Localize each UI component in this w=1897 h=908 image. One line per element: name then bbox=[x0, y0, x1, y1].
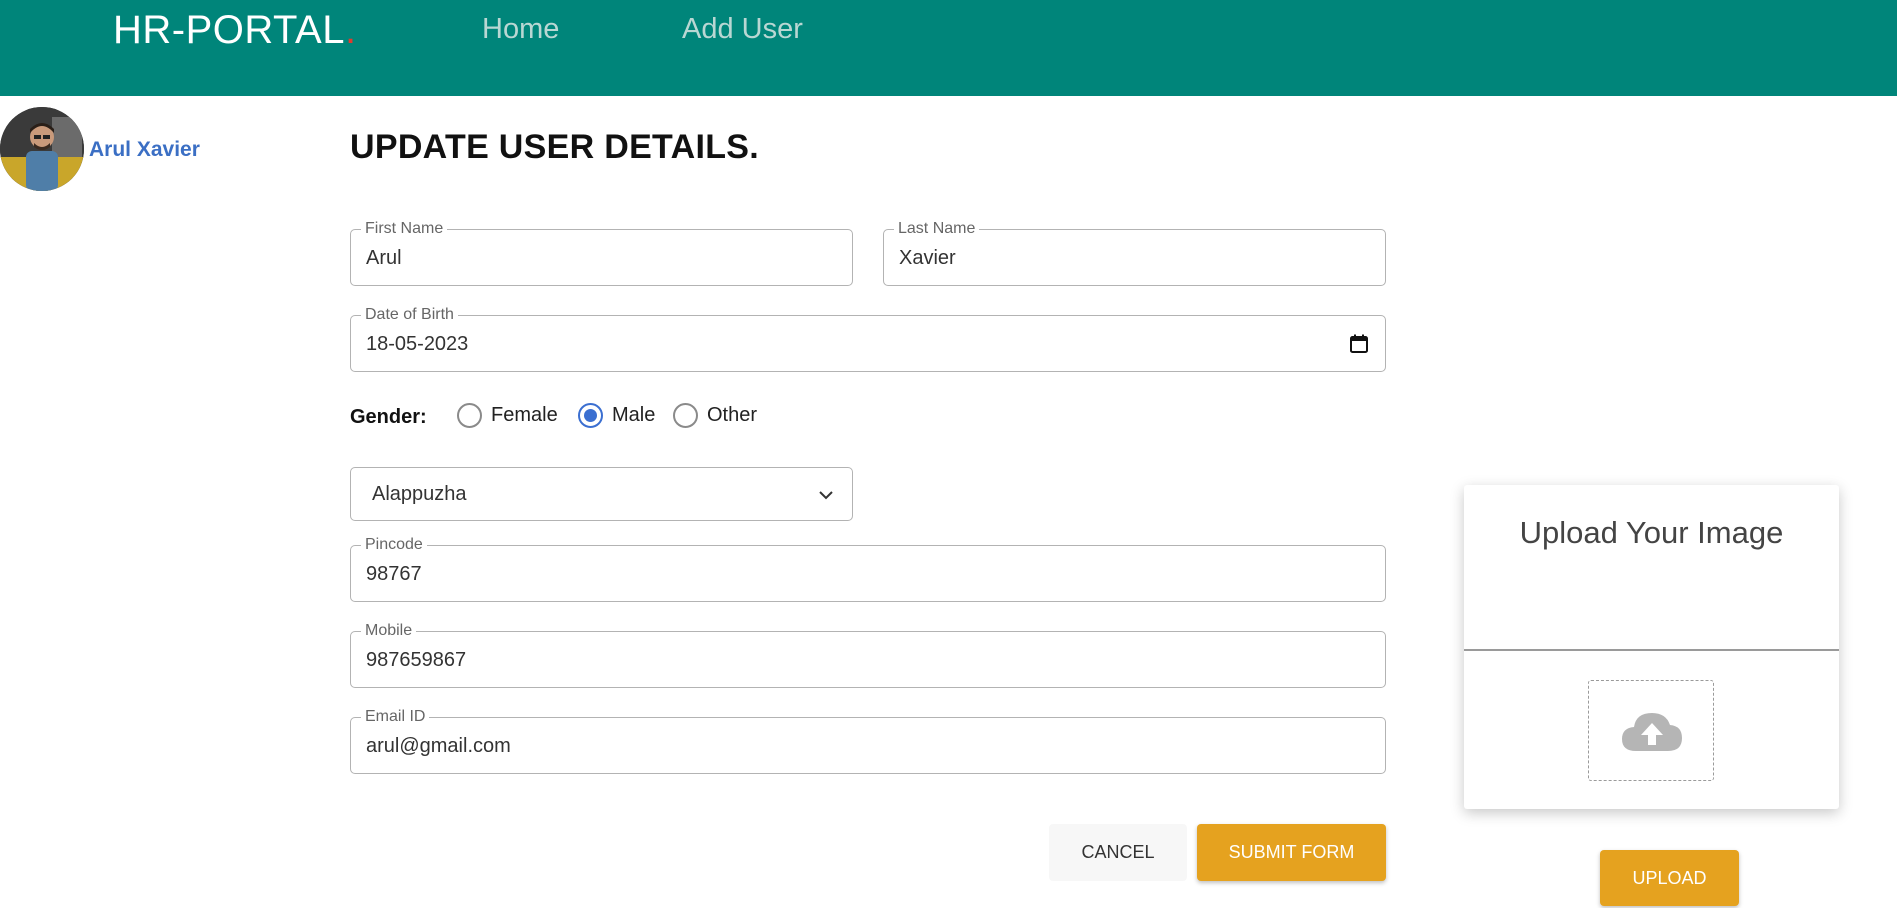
gender-female-option[interactable]: Female bbox=[457, 403, 558, 428]
dob-value[interactable]: 18-05-2023 bbox=[366, 332, 468, 356]
gender-female-radio[interactable] bbox=[457, 403, 482, 428]
brand-text: HR-PORTAL bbox=[113, 8, 345, 52]
email-label: Email ID bbox=[361, 708, 430, 726]
dob-label: Date of Birth bbox=[361, 306, 458, 324]
gender-other-label: Other bbox=[707, 404, 758, 426]
last-name-label: Last Name bbox=[894, 220, 980, 238]
image-drop-zone[interactable] bbox=[1588, 680, 1714, 781]
pincode-field[interactable]: Pincode 98767 bbox=[350, 536, 1386, 602]
first-name-value[interactable]: Arul bbox=[366, 246, 402, 270]
cancel-button[interactable]: CANCEL bbox=[1049, 824, 1187, 881]
upload-button[interactable]: UPLOAD bbox=[1600, 850, 1739, 906]
district-select-value: Alappuzha bbox=[372, 483, 467, 505]
avatar[interactable] bbox=[0, 107, 84, 191]
gender-male-option[interactable]: Male bbox=[578, 403, 655, 428]
email-value[interactable]: arul@gmail.com bbox=[366, 734, 511, 758]
gender-other-radio[interactable] bbox=[673, 403, 698, 428]
profile-name[interactable]: Arul Xavier bbox=[89, 138, 200, 162]
mobile-label: Mobile bbox=[361, 622, 417, 640]
upload-title: Upload Your Image bbox=[1519, 515, 1784, 550]
upload-image-card: Upload Your Image bbox=[1464, 485, 1839, 809]
avatar-image bbox=[0, 107, 84, 191]
email-field[interactable]: Email ID arul@gmail.com bbox=[350, 708, 1386, 774]
page-title: UPDATE USER DETAILS. bbox=[350, 128, 759, 166]
gender-female-label: Female bbox=[491, 404, 558, 426]
top-navbar: HR-PORTAL. Home Add User bbox=[0, 0, 1897, 96]
pincode-label: Pincode bbox=[361, 536, 427, 554]
nav-home-link[interactable]: Home bbox=[482, 13, 559, 46]
last-name-value[interactable]: Xavier bbox=[899, 246, 956, 270]
brand-dot: . bbox=[344, 8, 357, 52]
gender-other-option[interactable]: Other bbox=[673, 403, 757, 428]
last-name-field[interactable]: Last Name Xavier bbox=[883, 220, 1386, 286]
gender-label: Gender: bbox=[350, 406, 427, 428]
nav-add-user-link[interactable]: Add User bbox=[682, 13, 803, 46]
gender-male-radio[interactable] bbox=[578, 403, 603, 428]
mobile-value[interactable]: 987659867 bbox=[366, 648, 466, 672]
dob-field[interactable]: Date of Birth 18-05-2023 bbox=[350, 306, 1386, 372]
cloud-upload-icon bbox=[1622, 713, 1682, 751]
upload-divider bbox=[1464, 649, 1839, 651]
calendar-icon[interactable] bbox=[1350, 334, 1368, 353]
submit-form-button[interactable]: SUBMIT FORM bbox=[1197, 824, 1386, 881]
chevron-down-icon bbox=[819, 491, 833, 500]
pincode-value[interactable]: 98767 bbox=[366, 562, 422, 586]
brand-logo[interactable]: HR-PORTAL. bbox=[113, 8, 357, 53]
first-name-field[interactable]: First Name Arul bbox=[350, 220, 853, 286]
mobile-field[interactable]: Mobile 987659867 bbox=[350, 622, 1386, 688]
district-select[interactable]: Alappuzha bbox=[350, 467, 853, 521]
gender-male-label: Male bbox=[612, 404, 656, 426]
first-name-label: First Name bbox=[361, 220, 448, 238]
